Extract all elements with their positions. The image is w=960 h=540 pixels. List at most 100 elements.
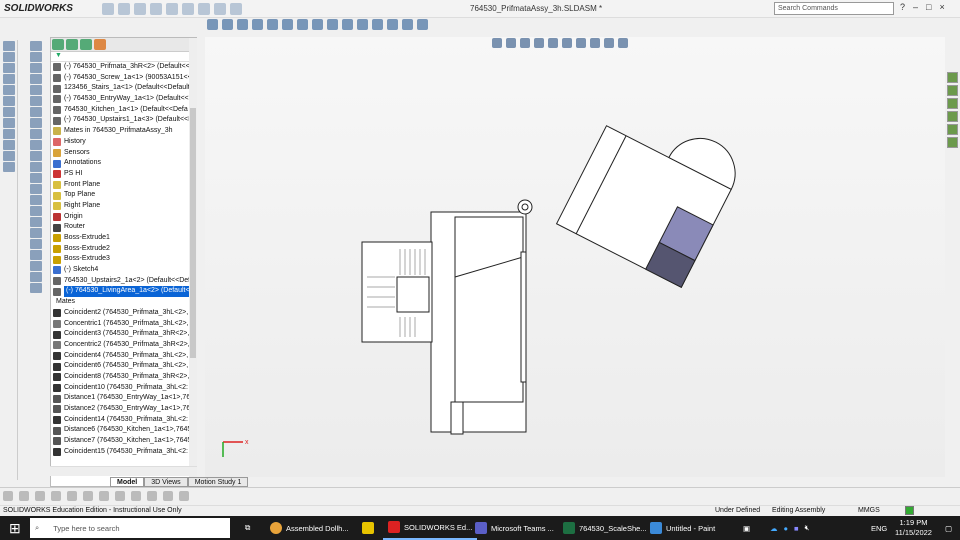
- system-tray[interactable]: ☁ ● ■ 🔇︎: [765, 516, 814, 540]
- tree-item[interactable]: (-) 764530_LivingArea_1a<2> (Default<: [51, 286, 196, 298]
- tree-item[interactable]: Distance1 (764530_EntryWay_1a<1>,76: [51, 393, 196, 404]
- undo-icon[interactable]: [166, 3, 178, 15]
- exploded-view-icon[interactable]: [357, 19, 368, 30]
- rebuild-icon[interactable]: [198, 3, 210, 15]
- move-component-icon[interactable]: [267, 19, 278, 30]
- new-icon[interactable]: [102, 3, 114, 15]
- tree-scrollbar[interactable]: [189, 38, 197, 486]
- file-properties-icon[interactable]: [214, 3, 226, 15]
- tree-item[interactable]: Coincident6 (764530_Prifmata_3hL<2>,: [51, 361, 196, 372]
- tool-icon[interactable]: [99, 491, 109, 501]
- file-explorer-icon[interactable]: [947, 98, 958, 109]
- taskbar-app-solidworks[interactable]: SOLIDWORKS Ed...: [383, 516, 478, 540]
- units-selector[interactable]: MMGS: [858, 507, 880, 514]
- tool-icon[interactable]: [51, 491, 61, 501]
- tab-motion-study[interactable]: Motion Study 1: [187, 477, 249, 487]
- smart-fasteners-icon[interactable]: [252, 19, 263, 30]
- tool-icon[interactable]: [3, 151, 15, 161]
- start-button[interactable]: ⊞: [4, 516, 26, 540]
- snap-icon[interactable]: [30, 283, 42, 293]
- zoom-to-fit-icon[interactable]: [492, 38, 502, 48]
- ellipse-icon[interactable]: [30, 129, 42, 139]
- tool-icon[interactable]: [3, 491, 13, 501]
- tool-icon[interactable]: [3, 85, 15, 95]
- appearances-icon[interactable]: [947, 124, 958, 135]
- tree-item[interactable]: Coincident8 (764530_Prifmata_3hR<2>,: [51, 372, 196, 383]
- filter-icon[interactable]: ▼: [51, 52, 196, 62]
- tool-icon[interactable]: [3, 107, 15, 117]
- trim-icon[interactable]: [30, 195, 42, 205]
- tree-item[interactable]: History: [51, 137, 196, 148]
- tree-item[interactable]: Right Plane: [51, 201, 196, 212]
- tool-icon[interactable]: [179, 491, 189, 501]
- convert-icon[interactable]: [30, 206, 42, 216]
- new-motion-study-icon[interactable]: [327, 19, 338, 30]
- tree-item[interactable]: Top Plane: [51, 190, 196, 201]
- smart-dimension-icon[interactable]: [30, 52, 42, 62]
- tree-item[interactable]: Mates in 764530_PrifmataAssy_3h: [51, 126, 196, 137]
- feature-tree-tab-icon[interactable]: [52, 39, 64, 50]
- repair-icon[interactable]: [30, 272, 42, 282]
- configuration-tab-icon[interactable]: [80, 39, 92, 50]
- design-library-icon[interactable]: [947, 85, 958, 96]
- tree-item[interactable]: Concentric2 (764530_Prifmata_3hR<2>,: [51, 340, 196, 351]
- instant3d-icon[interactable]: [372, 19, 383, 30]
- tree-item[interactable]: Origin: [51, 212, 196, 223]
- linear-pattern-icon[interactable]: [237, 19, 248, 30]
- news-widget-icon[interactable]: ▣: [738, 516, 755, 540]
- taskbar-app-x[interactable]: [357, 516, 379, 540]
- print-icon[interactable]: [150, 3, 162, 15]
- bill-of-materials-icon[interactable]: [342, 19, 353, 30]
- tool-icon[interactable]: [3, 140, 15, 150]
- pattern-icon[interactable]: [30, 239, 42, 249]
- rectangle-icon[interactable]: [30, 74, 42, 84]
- select-icon[interactable]: [182, 3, 194, 15]
- move-icon[interactable]: [30, 250, 42, 260]
- tree-item[interactable]: Boss-Extrude3: [51, 254, 196, 265]
- circle-icon[interactable]: [30, 96, 42, 106]
- large-assembly-icon[interactable]: [417, 19, 428, 30]
- tree-item[interactable]: 764530_Kitchen_1a<1> (Default<<Defa: [51, 105, 196, 116]
- view-settings-icon[interactable]: [618, 38, 628, 48]
- spline-icon[interactable]: [30, 118, 42, 128]
- tree-item[interactable]: Coincident15 (764530_Prifmata_3hL<2:: [51, 447, 196, 458]
- tree-item[interactable]: (-) 764530_Screw_1a<1> (90053A151<<: [51, 73, 196, 84]
- tool-icon[interactable]: [3, 118, 15, 128]
- tree-item[interactable]: Coincident14 (764530_Prifmata_3hL<2:: [51, 415, 196, 426]
- window-controls[interactable]: ?–□×: [900, 2, 953, 12]
- taskbar-app-excel[interactable]: 764530_ScaleShe...: [558, 516, 652, 540]
- property-manager-tab-icon[interactable]: [66, 39, 78, 50]
- tool-icon[interactable]: [3, 52, 15, 62]
- taskbar-app-paint[interactable]: Untitled - Paint: [645, 516, 720, 540]
- help-icon[interactable]: [905, 506, 914, 515]
- tree-item[interactable]: Coincident2 (764530_Prifmata_3hL<2>,: [51, 308, 196, 319]
- fillet-icon[interactable]: [30, 140, 42, 150]
- tree-item[interactable]: Boss-Extrude2: [51, 244, 196, 255]
- insert-component-icon[interactable]: [207, 19, 218, 30]
- update-icon[interactable]: [387, 19, 398, 30]
- tool-icon[interactable]: [3, 162, 15, 172]
- relations-icon[interactable]: [30, 261, 42, 271]
- reference-geometry-icon[interactable]: [312, 19, 323, 30]
- tool-icon[interactable]: [163, 491, 173, 501]
- tool-icon[interactable]: [67, 491, 77, 501]
- task-view-icon[interactable]: ⧉: [240, 516, 255, 540]
- tool-icon[interactable]: [3, 96, 15, 106]
- tree-item[interactable]: Distance7 (764530_Kitchen_1a<1>,7645: [51, 436, 196, 447]
- tree-item[interactable]: Router: [51, 222, 196, 233]
- tool-icon[interactable]: [131, 491, 141, 501]
- arc-icon[interactable]: [30, 107, 42, 117]
- solidworks-logo[interactable]: SOLIDWORKS: [4, 3, 73, 14]
- hide-show-icon[interactable]: [576, 38, 586, 48]
- tool-icon[interactable]: [3, 41, 15, 51]
- tree-item[interactable]: Concentric1 (764530_Prifmata_3hL<2>,: [51, 319, 196, 330]
- view-palette-icon[interactable]: [947, 111, 958, 122]
- clock[interactable]: 1:19 PM 11/15/2022: [895, 518, 932, 538]
- slot-icon[interactable]: [30, 85, 42, 95]
- line-icon[interactable]: [30, 63, 42, 73]
- display-manager-tab-icon[interactable]: [94, 39, 106, 50]
- graphics-area[interactable]: x: [205, 37, 945, 477]
- tree-item[interactable]: Annotations: [51, 158, 196, 169]
- sketch-icon[interactable]: [30, 41, 42, 51]
- taskbar-app-chrome[interactable]: Assembled Dollh...: [265, 516, 354, 540]
